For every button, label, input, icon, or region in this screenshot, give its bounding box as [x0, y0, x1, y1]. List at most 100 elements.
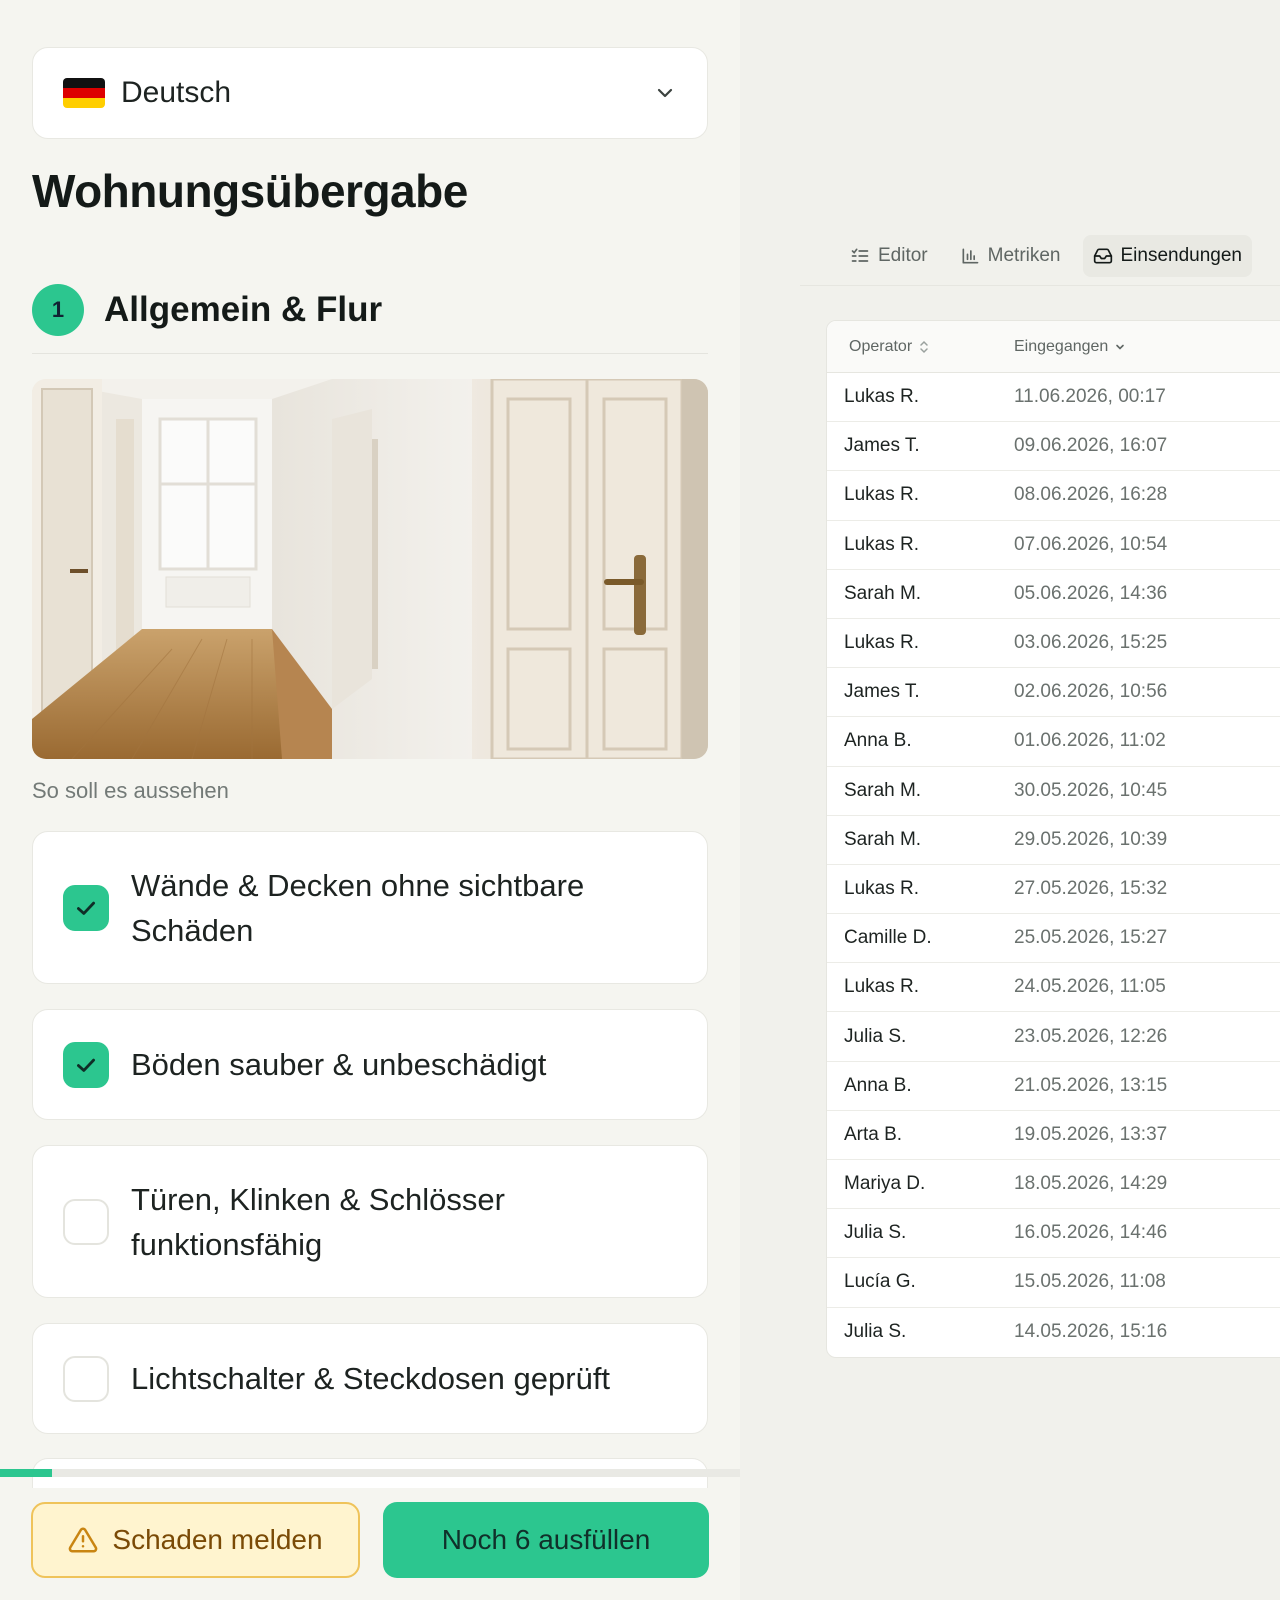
tab-label: Editor [878, 244, 928, 266]
section-title: Allgemein & Flur [104, 290, 383, 329]
table-row[interactable]: Lukas R. 24.05.2026, 11:05 [827, 963, 1280, 1013]
remaining-fill-button[interactable]: Noch 6 ausfüllen [383, 1502, 709, 1578]
tab-editor[interactable]: Editor [840, 235, 938, 277]
operator-cell: Lukas R. [844, 533, 919, 555]
operator-cell: Lukas R. [844, 976, 919, 998]
table-body: Lukas R. 11.06.2026, 00:17 James T. 09.06.2… [827, 373, 1280, 1357]
tab-submissions[interactable]: Einsendungen [1082, 234, 1252, 277]
report-damage-button[interactable]: Schaden melden [31, 1502, 360, 1578]
received-cell: 16.05.2026, 14:46 [1014, 1222, 1168, 1244]
table-row[interactable]: Arta B. 19.05.2026, 13:37 [827, 1111, 1280, 1160]
language-select[interactable]: Deutsch [32, 47, 708, 139]
table-row[interactable]: Anna B. 21.05.2026, 13:15 [827, 1062, 1280, 1111]
submissions-table: Operator Eingegangen Lukas R. 11.06.2026,… [826, 320, 1280, 1358]
section-header: 1 Allgemein & Flur [32, 284, 382, 336]
column-label: Operator [849, 337, 913, 355]
column-label: Eingegangen [1014, 337, 1109, 355]
checkbox-checked[interactable] [63, 1041, 109, 1088]
table-row[interactable]: Julia S. 14.05.2026, 15:16 [827, 1308, 1280, 1357]
operator-cell: Arta B. [844, 1123, 903, 1145]
checklist-label: Böden sauber & unbeschädigt [131, 1047, 547, 1082]
received-cell: 11.06.2026, 00:17 [1014, 386, 1166, 408]
operator-cell: Julia S. [844, 1321, 907, 1343]
photo-caption: So soll es aussehen [32, 778, 229, 803]
german-flag-icon [63, 78, 105, 108]
received-cell: 15.05.2026, 11:08 [1014, 1271, 1166, 1293]
received-cell: 09.06.2026, 16:07 [1014, 435, 1168, 457]
remaining-fill-label: Noch 6 ausfüllen [441, 1524, 651, 1555]
operator-cell: Anna B. [844, 730, 912, 752]
received-cell: 05.06.2026, 14:36 [1014, 582, 1168, 604]
table-row[interactable]: James T. 09.06.2026, 16:07 [827, 422, 1280, 472]
operator-cell: Julia S. [844, 1025, 907, 1047]
column-header-operator[interactable]: Operator [827, 338, 1014, 356]
checklist-item[interactable]: Böden sauber & unbeschädigt [32, 1009, 708, 1120]
progress-bar [0, 1469, 740, 1477]
checkmark-icon [77, 901, 95, 915]
warning-icon [69, 1527, 98, 1553]
table-row[interactable]: James T. 02.06.2026, 10:56 [827, 668, 1280, 718]
reference-photo [32, 379, 708, 759]
received-cell: 07.06.2026, 10:54 [1014, 533, 1168, 555]
table-row[interactable]: Lucía G. 15.05.2026, 11:08 [827, 1258, 1280, 1308]
chevron-down-icon [1116, 344, 1125, 350]
progress-fill [0, 1469, 52, 1477]
operator-cell: Anna B. [844, 1074, 912, 1096]
inspection-form-panel: Deutsch Wohnungsübergabe 1 Allgemein & F… [0, 0, 740, 1600]
table-row[interactable]: Mariya D. 18.05.2026, 14:29 [827, 1160, 1280, 1210]
received-cell: 24.05.2026, 11:05 [1014, 976, 1166, 998]
received-cell: 21.05.2026, 13:15 [1014, 1074, 1168, 1096]
language-label: Deutsch [121, 76, 232, 109]
table-row[interactable]: Julia S. 16.05.2026, 14:46 [827, 1209, 1280, 1259]
received-cell: 18.05.2026, 14:29 [1014, 1173, 1168, 1195]
checkmark-icon [77, 1058, 95, 1072]
received-cell: 30.05.2026, 10:45 [1014, 779, 1168, 801]
tab-label: Metriken [987, 244, 1061, 266]
page-title: Wohnungsübergabe [32, 165, 468, 217]
tab-metrics[interactable]: Metriken [950, 235, 1071, 277]
checklist-item[interactable]: Lichtschalter & Steckdosen geprüft [32, 1323, 708, 1434]
checkbox-checked[interactable] [63, 884, 109, 931]
table-row[interactable]: Lukas R. 11.06.2026, 00:17 [827, 373, 1280, 423]
bar-chart-icon [962, 248, 978, 263]
received-cell: 01.06.2026, 11:02 [1014, 730, 1166, 752]
operator-cell: Camille D. [844, 927, 932, 949]
table-header: Operator Eingegangen [827, 321, 1280, 373]
checklist-item[interactable]: Wände & Decken ohne sichtbare Schäden [32, 831, 708, 984]
table-row[interactable]: Lukas R. 07.06.2026, 10:54 [827, 521, 1280, 570]
received-cell: 14.05.2026, 15:16 [1014, 1321, 1168, 1343]
table-row[interactable]: Sarah M. 29.05.2026, 10:39 [827, 816, 1280, 865]
received-cell: 27.05.2026, 15:32 [1014, 877, 1168, 899]
sort-icon [920, 340, 928, 353]
checkbox-unchecked[interactable] [63, 1198, 109, 1245]
checklist-label: Wände & Decken ohne sichtbare Schäden [131, 867, 585, 948]
table-row[interactable]: Camille D. 25.05.2026, 15:27 [827, 914, 1280, 964]
checklist-item[interactable]: Türen, Klinken & Schlösser funktionsfähi… [32, 1145, 708, 1298]
table-row[interactable]: Lukas R. 03.06.2026, 15:25 [827, 619, 1280, 669]
table-row[interactable]: Sarah M. 05.06.2026, 14:36 [827, 570, 1280, 619]
operator-cell: Lukas R. [844, 386, 919, 408]
report-damage-label: Schaden melden [112, 1524, 323, 1555]
received-cell: 08.06.2026, 16:28 [1014, 484, 1168, 506]
view-tabs: Editor Metriken Einsendungen [800, 226, 1280, 286]
inbox-icon [1093, 248, 1112, 263]
table-row[interactable]: Lukas R. 27.05.2026, 15:32 [827, 865, 1280, 915]
list-check-icon [851, 248, 869, 262]
operator-cell: James T. [844, 681, 920, 703]
table-row[interactable]: Anna B. 01.06.2026, 11:02 [827, 717, 1280, 767]
tab-label: Einsendungen [1120, 244, 1243, 266]
table-row[interactable]: Lukas R. 08.06.2026, 16:28 [827, 471, 1280, 521]
column-header-received[interactable]: Eingegangen [1014, 338, 1126, 356]
checklist-label: Türen, Klinken & Schlösser funktionsfähi… [131, 1181, 505, 1262]
table-row[interactable]: Sarah M. 30.05.2026, 10:45 [827, 767, 1280, 816]
received-cell: 23.05.2026, 12:26 [1014, 1025, 1168, 1047]
received-cell: 29.05.2026, 10:39 [1014, 828, 1168, 850]
checkbox-unchecked[interactable] [63, 1355, 109, 1402]
operator-cell: Sarah M. [844, 828, 922, 850]
section-divider [32, 353, 708, 354]
operator-cell: Sarah M. [844, 779, 922, 801]
table-row[interactable]: Julia S. 23.05.2026, 12:26 [827, 1012, 1280, 1062]
chevron-down-icon [657, 88, 673, 98]
operator-cell: Mariya D. [844, 1173, 926, 1195]
received-cell: 19.05.2026, 13:37 [1014, 1123, 1168, 1145]
